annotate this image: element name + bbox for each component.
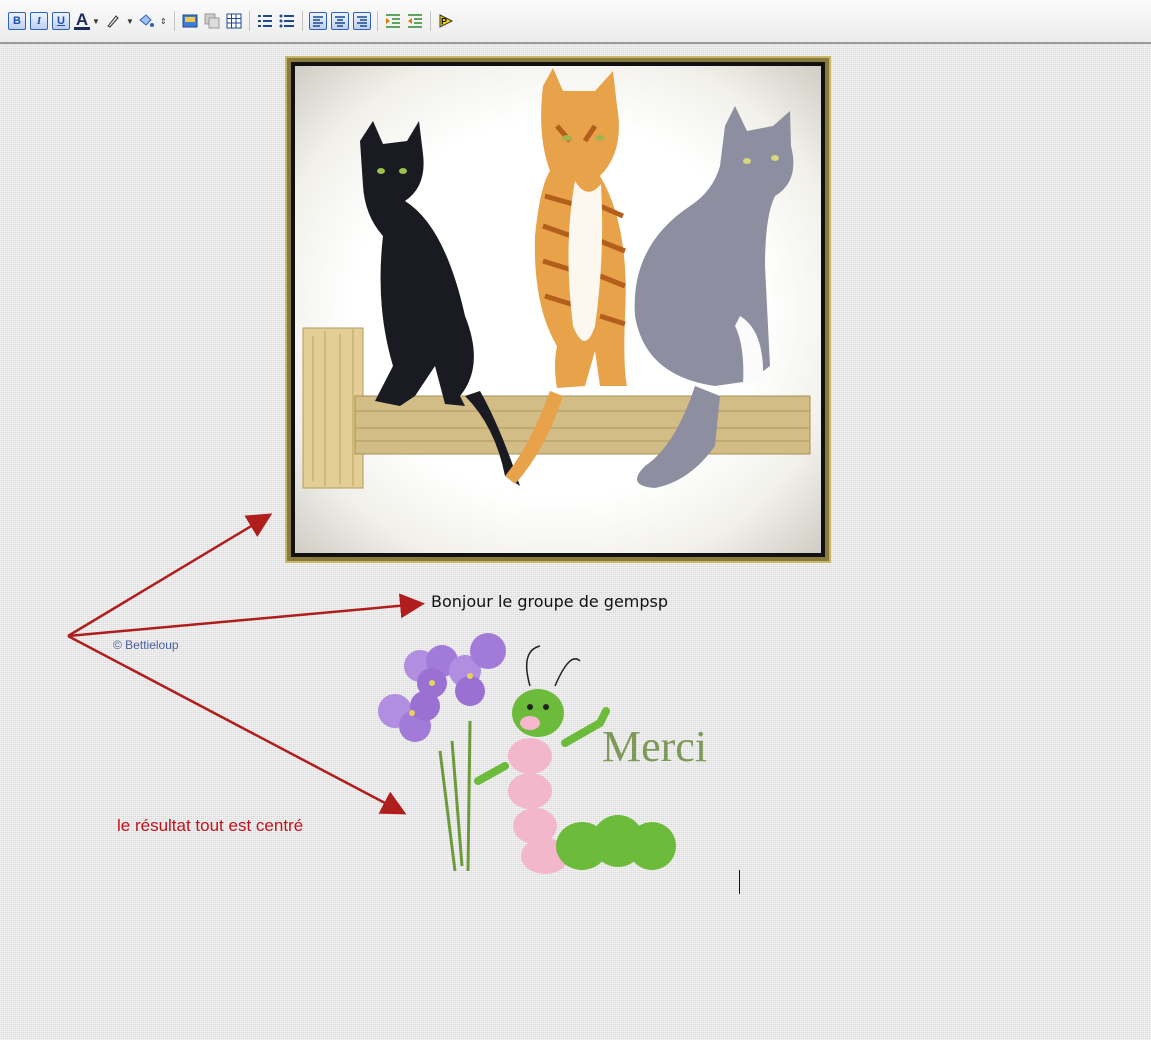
align-center-icon (335, 16, 345, 27)
font-color-dropdown-icon[interactable]: ▼ (92, 17, 100, 26)
arrow-to-greeting (67, 593, 425, 638)
p-tag-button[interactable]: P (437, 12, 455, 30)
editor-content-area[interactable]: Bonjour le groupe de gempsp © Bettieloup… (0, 46, 1151, 1040)
highlight-button[interactable] (104, 12, 122, 30)
align-center-button[interactable] (331, 12, 349, 30)
bullet-list-icon (279, 14, 294, 28)
svg-text:P: P (441, 17, 447, 27)
align-right-icon (357, 16, 367, 27)
indent-icon (386, 14, 400, 28)
greeting-text: Bonjour le groupe de gempsp (431, 592, 669, 611)
toolbar-separator (174, 11, 175, 31)
indent-button[interactable] (384, 12, 402, 30)
format-painter-dropdown-icon[interactable]: ⇕ (160, 17, 168, 26)
align-left-icon (313, 16, 323, 27)
format-painter-icon (139, 14, 154, 27)
italic-button[interactable]: I (30, 12, 48, 30)
insert-image-button[interactable] (181, 12, 199, 30)
outdent-icon (408, 14, 422, 28)
highlight-dropdown-icon[interactable]: ▼ (126, 17, 134, 26)
underline-button[interactable]: U (52, 12, 70, 30)
toolbar-separator (302, 11, 303, 31)
format-painter-button[interactable] (138, 12, 156, 30)
credit-text: © Bettieloup (113, 638, 179, 652)
toolbar-separator (430, 11, 431, 31)
arrow-to-merci (67, 634, 407, 815)
violet-flowers (378, 633, 506, 872)
bullet-list-button[interactable] (278, 12, 296, 30)
editor-toolbar: B I U A ▼ ▼ ⇕ P (0, 0, 1151, 44)
numbered-list-button[interactable] (256, 12, 274, 30)
arrow-to-image (67, 513, 273, 638)
toolbar-separator (377, 11, 378, 31)
insert-table-icon (226, 13, 242, 29)
align-right-button[interactable] (353, 12, 371, 30)
insert-table-button[interactable] (225, 12, 243, 30)
merci-text: Merci (602, 722, 707, 771)
underline-icon: U (57, 15, 65, 27)
copy-icon (204, 13, 220, 29)
p-tag-icon: P (439, 14, 454, 28)
font-color-button[interactable]: A (74, 9, 90, 30)
copy-button[interactable] (203, 12, 221, 30)
bold-icon: B (13, 15, 21, 27)
highlight-icon (107, 15, 119, 28)
result-note: le résultat tout est centré (117, 816, 304, 835)
align-left-button[interactable] (309, 12, 327, 30)
numbered-list-icon (258, 15, 272, 27)
toolbar-separator (249, 11, 250, 31)
merci-caterpillar-image: Merci (378, 633, 707, 874)
text-cursor (739, 870, 740, 894)
font-color-icon: A (75, 9, 89, 29)
outdent-button[interactable] (406, 12, 424, 30)
insert-image-icon (182, 14, 198, 28)
italic-icon: I (36, 15, 42, 27)
bold-button[interactable]: B (8, 12, 26, 30)
